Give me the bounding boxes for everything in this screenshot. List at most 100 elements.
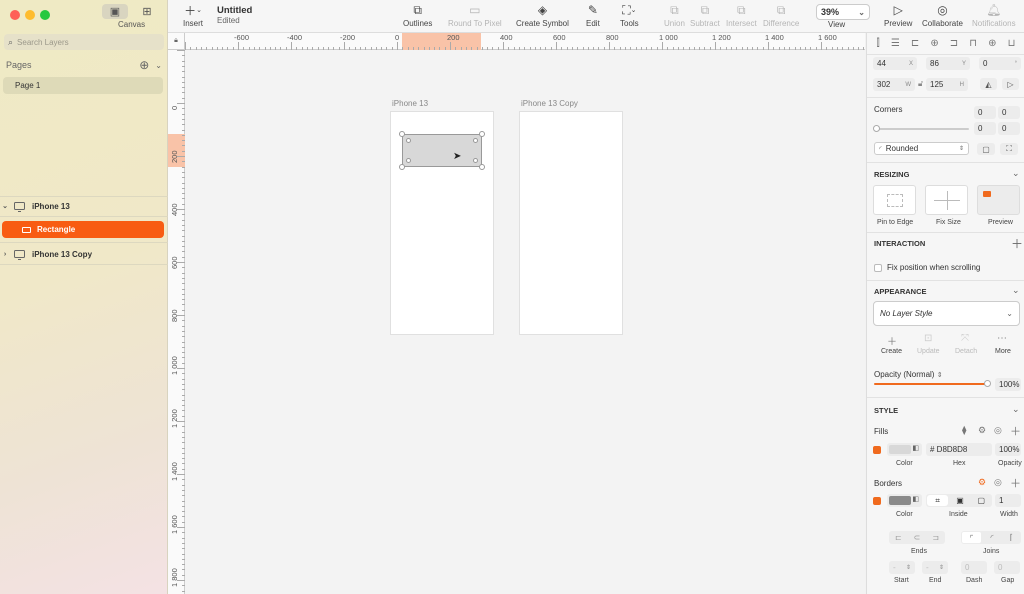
update-icon[interactable]: ⊡	[924, 333, 932, 344]
ruler-lock-icon[interactable]: 🔒︎	[168, 33, 185, 50]
fill-opacity-field[interactable]: 100%	[995, 443, 1021, 456]
page-item[interactable]: Page 1	[3, 77, 163, 94]
chevron-right-icon[interactable]: ›	[0, 251, 10, 258]
square-end-icon[interactable]: ⊐	[926, 531, 945, 544]
butt-end-icon[interactable]: ⊏	[889, 531, 908, 544]
start-arrow-field[interactable]: - ⇕	[889, 561, 915, 574]
expand-corners-icon[interactable]: ⛶	[1000, 143, 1018, 155]
plus-icon[interactable]: ＋	[887, 333, 897, 348]
flip-horizontal-icon[interactable]: ◭	[980, 78, 997, 90]
corner-radius-field[interactable]: 0	[974, 122, 996, 135]
align-center-icon[interactable]: ⊕	[930, 38, 938, 52]
resize-handle[interactable]	[479, 131, 485, 137]
create-symbol-button[interactable]: ◈ Create Symbol	[516, 3, 569, 28]
difference-button[interactable]: ⧉ Difference	[763, 3, 799, 29]
layer-artboard-iphone-13-copy[interactable]: › iPhone 13 Copy	[0, 244, 168, 264]
resize-handle[interactable]	[399, 164, 405, 170]
dash-field[interactable]: 0	[961, 561, 987, 574]
corner-radius-handle[interactable]	[406, 158, 411, 163]
search-layers-input[interactable]: ⌕ Search Layers	[4, 34, 164, 50]
collaborate-button[interactable]: ◎ Collaborate	[922, 3, 963, 28]
opacity-field[interactable]: 100%	[995, 378, 1021, 391]
height-field[interactable]: 125 H	[926, 78, 968, 91]
subtract-button[interactable]: ⧉ Subtract	[690, 3, 720, 29]
border-enabled-checkbox[interactable]	[873, 497, 881, 505]
plus-icon[interactable]: ＋	[1010, 423, 1021, 439]
chevron-down-icon[interactable]: ⌄	[1012, 285, 1020, 296]
lock-aspect-icon[interactable]: 🔓︎	[918, 79, 923, 89]
outlines-button[interactable]: ⧉ Outlines	[403, 3, 432, 29]
border-outside-icon[interactable]: ▢	[971, 494, 992, 507]
line-ends-segmented[interactable]: ⊏ ⊂ ⊐	[889, 531, 945, 544]
corner-radius-handle[interactable]	[473, 158, 478, 163]
end-arrow-field[interactable]: - ⇕	[922, 561, 948, 574]
opacity-slider[interactable]	[874, 380, 991, 387]
fix-size-control[interactable]	[925, 185, 968, 215]
intersect-button[interactable]: ⧉ Intersect	[726, 3, 757, 29]
minimize-window-button[interactable]	[25, 10, 35, 20]
zoom-window-button[interactable]	[40, 10, 50, 20]
chevron-down-icon[interactable]: ⌄	[155, 61, 162, 70]
bevel-join-icon[interactable]: ⌈	[1002, 531, 1021, 544]
corner-radius-field[interactable]: 0	[998, 122, 1020, 135]
round-join-icon[interactable]: ◜	[982, 531, 1001, 544]
gear-icon[interactable]: ⚙	[978, 425, 986, 436]
resize-handle[interactable]	[399, 131, 405, 137]
corner-radius-handle[interactable]	[473, 138, 478, 143]
layer-style-dropdown[interactable]: No Layer Style ⌄	[873, 301, 1020, 326]
update-label[interactable]: Update	[917, 348, 940, 355]
horizontal-ruler[interactable]: -600 -400 -200 0 200 400 600 800 1 000 1…	[185, 33, 865, 50]
y-position-field[interactable]: 86 Y	[926, 57, 970, 70]
align-left-icon[interactable]: ⊏	[911, 38, 919, 52]
width-field[interactable]: 302 W	[873, 78, 915, 91]
plus-icon[interactable]: ＋	[1011, 235, 1023, 252]
flip-vertical-icon[interactable]: ▷	[1002, 78, 1019, 90]
detach-label[interactable]: Detach	[955, 348, 977, 355]
align-middle-icon[interactable]: ⊕	[988, 38, 996, 52]
vertical-ruler[interactable]: 0 200 400 600 800 1 000 1 200 1 400 1 60…	[168, 50, 185, 594]
notifications-button[interactable]: 🔔︎ Notifications	[972, 3, 1016, 28]
resize-handle[interactable]	[479, 164, 485, 170]
document-title-area[interactable]: Untitled Edited	[217, 5, 252, 25]
corner-style-dropdown[interactable]: ◜ Rounded ⇕	[874, 142, 969, 155]
design-canvas[interactable]: iPhone 13 ➤ iPhone 13 Copy	[185, 50, 865, 594]
corner-radius-handle[interactable]	[406, 138, 411, 143]
x-position-field[interactable]: 44 X	[873, 57, 917, 70]
border-color-swatch[interactable]: ◧	[887, 494, 922, 507]
close-window-button[interactable]	[10, 10, 20, 20]
blend-icon[interactable]: ◎	[994, 477, 1002, 488]
distribute-vertical-icon[interactable]: ☰	[891, 38, 900, 52]
layers-icon[interactable]: ⧫	[962, 425, 966, 436]
layer-artboard-iphone-13[interactable]: ⌄ iPhone 13	[0, 196, 168, 216]
round-end-icon[interactable]: ⊂	[908, 531, 927, 544]
align-bottom-icon[interactable]: ⊔	[1008, 38, 1016, 52]
fill-hex-field[interactable]: # D8D8D8	[926, 443, 992, 456]
artboard-label[interactable]: iPhone 13	[392, 99, 428, 108]
corner-radius-field[interactable]: 0	[998, 106, 1020, 119]
slider-thumb[interactable]	[873, 125, 880, 132]
plus-icon[interactable]: ＋	[1010, 475, 1021, 491]
pin-to-edge-control[interactable]	[873, 185, 916, 215]
fix-position-checkbox[interactable]	[874, 264, 882, 272]
layer-rectangle-selected[interactable]: Rectangle	[2, 221, 164, 238]
tools-button[interactable]: ⛶ ⌄ Tools	[620, 3, 639, 29]
create-label[interactable]: Create	[881, 348, 902, 355]
gear-icon[interactable]: ⚙	[978, 477, 986, 488]
chevron-down-icon[interactable]: ⌄	[0, 202, 10, 210]
insert-button[interactable]: ＋ ⌄ Insert	[183, 3, 203, 29]
border-position-segmented[interactable]: ⌗ ▣ ▢	[926, 494, 992, 507]
chevron-down-icon[interactable]: ⌄	[1012, 168, 1020, 179]
preview-button[interactable]: ▷ Preview	[884, 3, 912, 28]
selected-rectangle[interactable]: ➤	[399, 131, 485, 170]
distribute-horizontal-icon[interactable]: ⫿	[877, 38, 880, 52]
canvas-view-icon[interactable]: ▣	[102, 4, 128, 19]
blend-icon[interactable]: ◎	[994, 425, 1002, 436]
slider-thumb[interactable]	[984, 380, 991, 387]
rotation-field[interactable]: 0 °	[979, 57, 1021, 70]
edit-button[interactable]: ✎ Edit	[586, 3, 600, 28]
fill-enabled-checkbox[interactable]	[873, 446, 881, 454]
union-button[interactable]: ⧉ Union	[664, 3, 685, 29]
border-inside-icon[interactable]: ▣	[949, 494, 970, 507]
artboard-label[interactable]: iPhone 13 Copy	[521, 99, 578, 108]
add-page-icon[interactable]: ⊕	[139, 58, 149, 72]
